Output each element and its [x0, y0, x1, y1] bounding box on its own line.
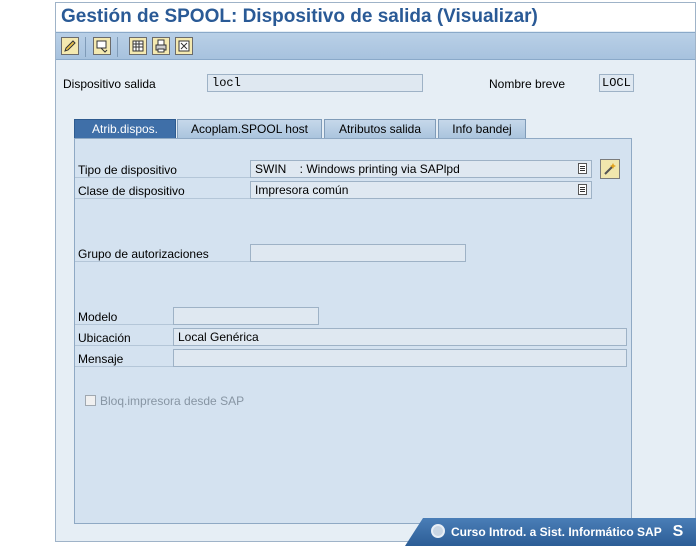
model-field[interactable] — [173, 307, 319, 325]
tab-spool-host[interactable]: Acoplam.SPOOL host — [177, 119, 322, 139]
footer-logo-icon: S — [672, 523, 684, 540]
device-type-field[interactable]: SWIN : Windows printing via SAPlpd — [250, 160, 592, 178]
gear-icon — [431, 524, 445, 538]
device-label: Dispositivo salida — [63, 77, 156, 91]
device-class-value: Impresora común — [255, 183, 349, 197]
settings-icon — [178, 40, 190, 52]
print-button[interactable] — [152, 37, 170, 55]
value-help-icon[interactable] — [578, 163, 587, 174]
grid-icon — [132, 40, 144, 52]
display-change-button[interactable] — [93, 37, 111, 55]
device-class-field[interactable]: Impresora común — [250, 181, 592, 199]
device-class-label: Clase de dispositivo — [78, 184, 185, 198]
location-field[interactable]: Local Genérica — [173, 328, 627, 346]
sap-window: Gestión de SPOOL: Dispositivo de salida … — [55, 2, 696, 542]
message-field[interactable] — [173, 349, 627, 367]
device-type-value: SWIN : Windows printing via SAPlpd — [255, 162, 460, 176]
footer-text: Curso Introd. a Sist. Informático SAP — [451, 525, 662, 539]
tab-panel: Tipo de dispositivo SWIN : Windows print… — [74, 138, 632, 524]
title-bar: Gestión de SPOOL: Dispositivo de salida … — [56, 3, 695, 31]
pencil-icon — [64, 40, 76, 52]
lock-printer-label: Bloq.impresora desde SAP — [100, 394, 245, 408]
short-name-label: Nombre breve — [489, 77, 566, 91]
settings-button[interactable] — [175, 37, 193, 55]
application-toolbar — [56, 32, 695, 60]
grid-button[interactable] — [129, 37, 147, 55]
location-label: Ubicación — [78, 331, 131, 345]
model-label: Modelo — [78, 310, 118, 324]
display-change-icon — [96, 40, 108, 53]
printer-icon — [155, 39, 167, 53]
tab-tray-info[interactable]: Info bandej — [438, 119, 526, 139]
magic-wand-icon — [604, 163, 616, 175]
page-title: Gestión de SPOOL: Dispositivo de salida … — [61, 6, 538, 27]
device-field[interactable]: locl — [207, 74, 423, 92]
message-label: Mensaje — [78, 352, 124, 366]
tab-output-attributes[interactable]: Atributos salida — [324, 119, 436, 139]
auth-group-label: Grupo de autorizaciones — [78, 247, 209, 261]
device-type-label: Tipo de dispositivo — [78, 163, 177, 177]
short-name-field[interactable]: LOCL — [599, 74, 634, 92]
tab-device-attributes[interactable]: Atrib.dispos. — [74, 119, 176, 139]
lock-printer-checkbox[interactable] — [85, 395, 96, 406]
edit-button[interactable] — [61, 37, 79, 55]
value-help-icon[interactable] — [578, 184, 587, 195]
auth-group-field[interactable] — [250, 244, 466, 262]
footer-banner: Curso Introd. a Sist. Informático SAP S — [405, 518, 696, 546]
device-type-detail-button[interactable] — [600, 159, 620, 179]
